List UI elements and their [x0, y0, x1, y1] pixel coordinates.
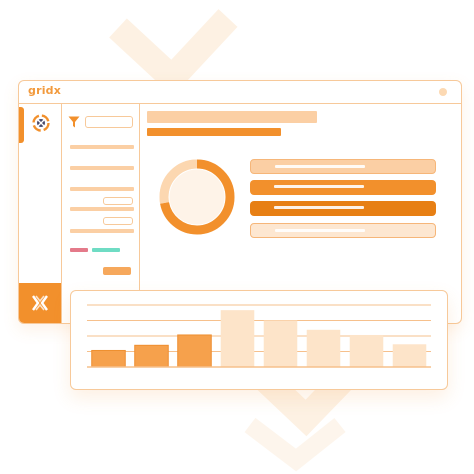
filter-chip[interactable]	[103, 197, 133, 205]
bar[interactable]	[134, 344, 169, 368]
bar[interactable]	[349, 334, 384, 367]
page-title-placeholder	[147, 111, 317, 123]
title-bar: gridx	[19, 81, 461, 104]
icon-rail	[19, 103, 62, 323]
filter-tag-red[interactable]	[70, 248, 88, 252]
bar[interactable]	[177, 334, 212, 368]
apply-filter-button[interactable]	[103, 267, 131, 275]
rail-active-indicator	[19, 107, 24, 143]
list-row[interactable]	[250, 159, 436, 174]
filter-option[interactable]	[70, 207, 134, 211]
filter-funnel-icon[interactable]	[68, 116, 80, 128]
bar[interactable]	[91, 349, 126, 368]
window-dot-icon[interactable]	[439, 88, 447, 96]
page-subtitle-placeholder	[147, 128, 281, 136]
bar[interactable]	[306, 329, 341, 367]
app-title: gridx	[28, 84, 62, 97]
filter-option[interactable]	[70, 166, 134, 170]
bar[interactable]	[263, 320, 298, 368]
filter-chip[interactable]	[103, 217, 133, 225]
row-text-placeholder	[275, 229, 365, 232]
gridx-logo-icon[interactable]	[31, 113, 51, 133]
row-text-placeholder	[274, 185, 364, 188]
filter-search-input[interactable]	[85, 116, 133, 128]
list-row[interactable]	[250, 223, 436, 238]
bar-chart	[87, 304, 431, 368]
bar[interactable]	[220, 310, 255, 367]
donut-chart	[159, 159, 235, 235]
rail-bottom-button[interactable]	[19, 283, 61, 323]
filter-tag-teal[interactable]	[92, 248, 120, 252]
filter-option[interactable]	[70, 187, 134, 191]
filter-option[interactable]	[70, 145, 134, 149]
row-text-placeholder	[274, 206, 364, 209]
list-row[interactable]	[250, 180, 436, 195]
donut-center	[169, 169, 225, 225]
filter-option[interactable]	[70, 229, 134, 233]
row-text-placeholder	[275, 165, 365, 168]
bar-chart-card	[70, 290, 448, 390]
list-row[interactable]	[250, 201, 436, 216]
app-window: gridx	[18, 80, 462, 324]
bar[interactable]	[392, 344, 427, 367]
gridx-mark-icon	[32, 295, 48, 311]
